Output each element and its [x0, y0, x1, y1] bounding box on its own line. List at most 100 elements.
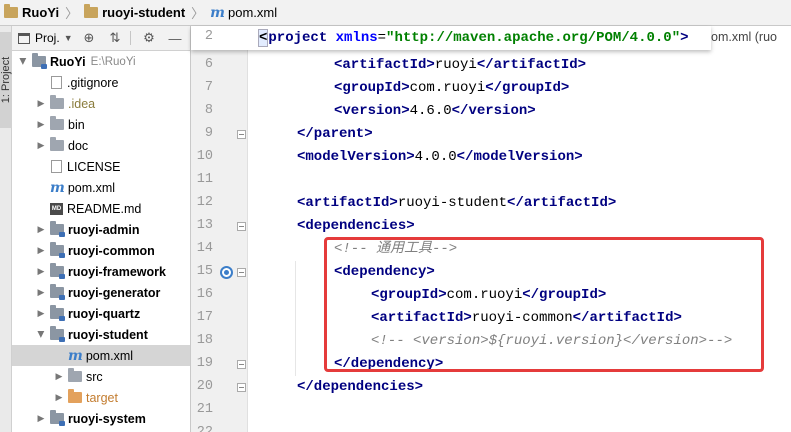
- chevron-right-icon[interactable]: ▶: [36, 140, 46, 151]
- line-number: 10: [196, 149, 213, 164]
- maven-icon: m: [68, 347, 83, 364]
- tree-item-ruoyi-common[interactable]: ▶ ruoyi-common: [12, 240, 190, 261]
- project-tool-tab[interactable]: 1: Project: [0, 32, 12, 128]
- xml-text: com.ruoyi: [409, 80, 486, 96]
- indent-guide: [295, 261, 296, 376]
- line-number: 2: [204, 29, 213, 44]
- xml-text: ruoyi: [434, 57, 477, 73]
- fold-marker-icon[interactable]: [237, 222, 246, 231]
- tree-item-path: E:\RuoYi: [90, 55, 136, 68]
- breadcrumb-module[interactable]: ruoyi-student 〉: [84, 3, 210, 22]
- tree-item-label: ruoyi-system: [68, 411, 146, 426]
- module-folder-icon: [50, 263, 65, 279]
- tree-item-ruoyi-generator[interactable]: ▶ ruoyi-generator: [12, 282, 190, 303]
- chevron-down-icon: ▼: [63, 33, 73, 43]
- hide-icon[interactable]: —: [162, 31, 188, 46]
- chevron-right-icon[interactable]: ▶: [36, 308, 46, 319]
- code-line[interactable]: </parent>: [297, 123, 373, 146]
- tree-item-ruoyi-quartz[interactable]: ▶ ruoyi-quartz: [12, 303, 190, 324]
- settings-icon[interactable]: ⚙: [136, 30, 162, 46]
- tree-item-ruoyi-student[interactable]: ▶ ruoyi-student: [12, 324, 190, 345]
- code-line[interactable]: <project xmlns="http://maven.apache.org/…: [258, 26, 689, 50]
- xml-tag: <version>: [334, 103, 410, 119]
- chevron-right-icon[interactable]: ▶: [36, 98, 46, 109]
- xml-tag: </groupId>: [485, 80, 570, 96]
- override-marker-icon[interactable]: [220, 266, 233, 279]
- markdown-icon: MD: [50, 202, 63, 215]
- tree-item-label: doc: [68, 138, 89, 153]
- tree-item-ruoyi-framework[interactable]: ▶ ruoyi-framework: [12, 261, 190, 282]
- code-line[interactable]: <dependencies>: [297, 215, 415, 238]
- tree-item-src[interactable]: ▶ src: [12, 366, 190, 387]
- sticky-header-line: 2 <project xmlns="http://maven.apache.or…: [191, 26, 711, 50]
- code-line[interactable]: <modelVersion>4.0.0</modelVersion>: [297, 146, 583, 169]
- tree-item-pom-xml[interactable]: m pom.xml: [12, 345, 190, 366]
- project-view-selector[interactable]: Proj. ▼: [12, 31, 76, 45]
- highlight-box: [324, 237, 764, 372]
- file-icon: [51, 76, 62, 89]
- code-line[interactable]: <artifactId>ruoyi</artifactId>: [334, 54, 586, 77]
- module-folder-icon: [50, 284, 65, 300]
- tree-item-doc[interactable]: ▶ doc: [12, 135, 190, 156]
- code-line[interactable]: <version>4.6.0</version>: [334, 100, 536, 123]
- module-folder-icon: [50, 305, 65, 321]
- editor-gutter: 6 7 8 9 10 11 12 13 14 15 16 17 18 19 20 21 22: [191, 26, 248, 432]
- module-folder-icon: [50, 410, 65, 426]
- tree-item-target[interactable]: ▶ target: [12, 387, 190, 408]
- xml-tag: <groupId>: [334, 80, 410, 96]
- breadcrumb-file[interactable]: m pom.xml: [210, 5, 277, 21]
- chevron-right-icon[interactable]: ▶: [36, 287, 46, 298]
- chevron-right-icon[interactable]: ▶: [18, 57, 29, 67]
- editor-tab-overflow[interactable]: om.xml (ruo: [711, 30, 777, 44]
- xml-tag: </parent>: [297, 126, 373, 142]
- xml-tag: </artifactId>: [476, 57, 587, 73]
- tree-item-license[interactable]: LICENSE: [12, 156, 190, 177]
- code-line[interactable]: <groupId>com.ruoyi</groupId>: [334, 77, 569, 100]
- folder-icon: [50, 137, 64, 151]
- tool-window-strip: 1: Project: [0, 26, 12, 432]
- tree-item-pom-xml[interactable]: m pom.xml: [12, 177, 190, 198]
- chevron-right-icon[interactable]: ▶: [36, 330, 47, 340]
- tree-item-label: ruoyi-student: [68, 327, 148, 342]
- collapse-icon[interactable]: ⇅: [102, 30, 128, 46]
- folder-icon: [68, 368, 82, 382]
- tree-item-readme-md[interactable]: MD README.md: [12, 198, 190, 219]
- fold-marker-icon[interactable]: [237, 130, 246, 139]
- chevron-right-icon[interactable]: ▶: [36, 245, 46, 256]
- tree-item--idea[interactable]: ▶ .idea: [12, 93, 190, 114]
- code-line[interactable]: <artifactId>ruoyi-student</artifactId>: [297, 192, 616, 215]
- tree-item-label: README.md: [67, 201, 142, 216]
- tree-item-ruoyi-system[interactable]: ▶ ruoyi-system: [12, 408, 190, 429]
- window-icon: [18, 32, 30, 44]
- xml-tag: </dependencies>: [297, 379, 424, 395]
- folder-icon: [50, 116, 64, 130]
- xml-tag: <modelVersion>: [297, 149, 415, 165]
- tree-item-label: .idea: [68, 96, 96, 111]
- chevron-right-icon[interactable]: ▶: [54, 392, 64, 403]
- chevron-right-icon[interactable]: ▶: [36, 413, 46, 424]
- tree-item-ruoyi[interactable]: ▶ RuoYi E:\RuoYi: [12, 51, 190, 72]
- tree-item-ruoyi-admin[interactable]: ▶ ruoyi-admin: [12, 219, 190, 240]
- tree-item-label: src: [86, 369, 103, 384]
- code-line[interactable]: </dependencies>: [297, 376, 423, 399]
- tree-item--gitignore[interactable]: .gitignore: [12, 72, 190, 93]
- chevron-right-icon[interactable]: ▶: [36, 224, 46, 235]
- line-number: 14: [196, 241, 213, 256]
- line-number: 18: [196, 333, 213, 348]
- breadcrumb-root[interactable]: RuoYi 〉: [4, 3, 84, 22]
- tree-item-bin[interactable]: ▶ bin: [12, 114, 190, 135]
- line-number: 9: [204, 126, 213, 141]
- fold-marker-icon[interactable]: [237, 360, 246, 369]
- xml-tag: </artifactId>: [507, 195, 617, 211]
- chevron-right-icon[interactable]: ▶: [54, 371, 64, 382]
- chevron-right-icon[interactable]: ▶: [36, 119, 46, 130]
- fold-marker-icon[interactable]: [237, 268, 246, 277]
- tree-item-label: bin: [68, 117, 85, 132]
- chevron-right-icon[interactable]: ▶: [36, 266, 46, 277]
- target-icon[interactable]: ⊕: [76, 30, 102, 46]
- tree-item-label: LICENSE: [67, 159, 121, 174]
- fold-marker-icon[interactable]: [237, 383, 246, 392]
- folder-icon: [50, 95, 64, 109]
- xml-tag: </modelVersion>: [456, 149, 583, 165]
- module-folder-icon: [32, 53, 47, 69]
